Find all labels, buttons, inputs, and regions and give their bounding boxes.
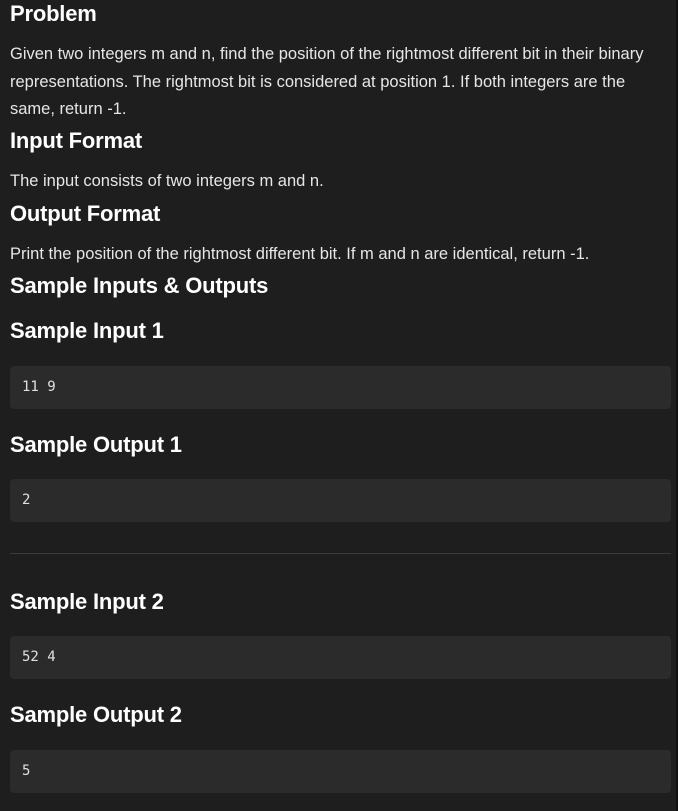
input-format-text: The input consists of two integers m and…: [10, 172, 324, 190]
problem-heading: Problem: [10, 1, 97, 26]
input-format-heading: Input Format: [10, 128, 143, 153]
sample-output-2-value: 5: [22, 763, 31, 779]
sample-input-2-block[interactable]: 52 4: [10, 636, 671, 679]
sample-output-1-label: Sample Output 1: [10, 432, 182, 457]
sample-output-1-block[interactable]: 2: [10, 479, 671, 522]
sample-input-1-value: 11 9: [22, 379, 56, 395]
sample-input-2-label: Sample Input 2: [10, 589, 164, 614]
sample-output-2-block[interactable]: 5: [10, 750, 671, 793]
sample-output-2-label: Sample Output 2: [10, 702, 182, 727]
sample-input-1-label: Sample Input 1: [10, 318, 164, 343]
output-format-text: Print the position of the rightmost diff…: [10, 245, 590, 263]
sample-divider: [10, 553, 671, 554]
sample-output-1-value: 2: [22, 492, 31, 508]
problem-description: Given two integers m and n, find the pos…: [10, 45, 644, 118]
sample-input-2-value: 52 4: [22, 649, 56, 665]
sample-input-1-block[interactable]: 11 9: [10, 366, 671, 409]
problem-panel: Problem Given two integers m and n, find…: [0, 0, 678, 811]
samples-heading: Sample Inputs & Outputs: [10, 273, 269, 298]
output-format-heading: Output Format: [10, 201, 161, 226]
